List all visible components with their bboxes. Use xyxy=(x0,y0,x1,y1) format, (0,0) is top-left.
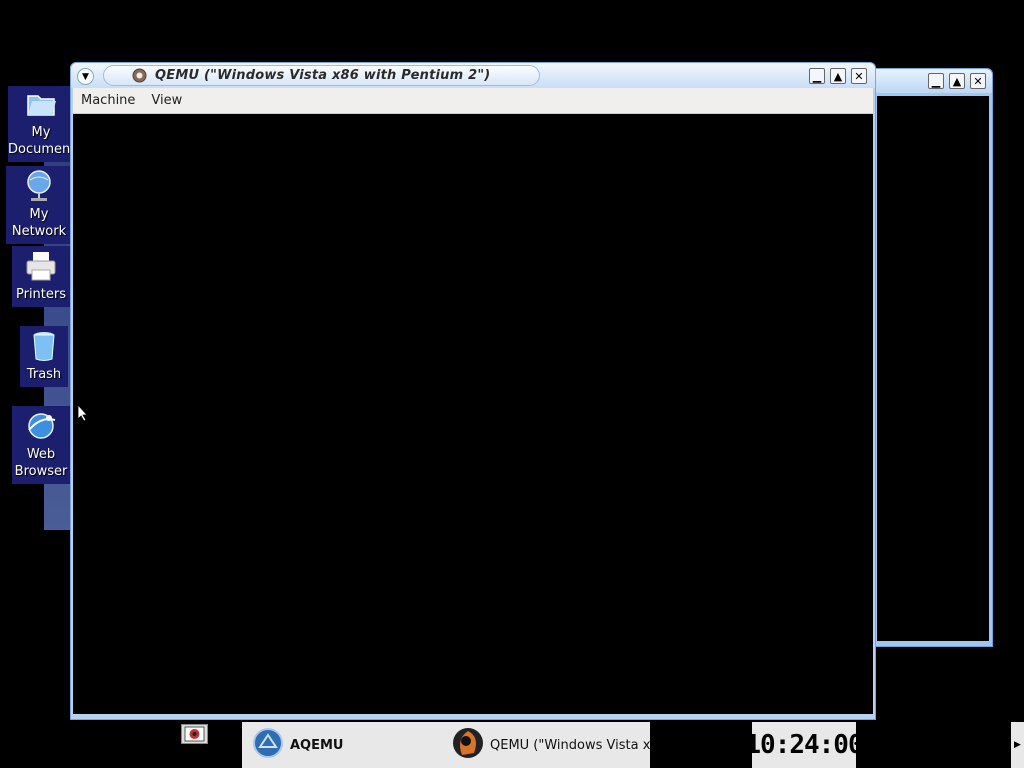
window-title: QEMU ("Windows Vista x86 with Pentium 2"… xyxy=(155,68,491,83)
bg-minimize-button[interactable]: ▁ xyxy=(928,73,944,89)
taskbar-item-aqemu[interactable]: AQEMU xyxy=(252,722,452,768)
network-icon xyxy=(6,168,72,206)
trash-icon xyxy=(20,328,68,366)
background-window[interactable]: ▁ ▲ ✕ xyxy=(872,68,993,647)
desktop-icon-my-network[interactable]: My Network xyxy=(6,166,72,244)
mouse-cursor-icon xyxy=(77,403,89,426)
qemu-titlebar[interactable]: ▼ QEMU ("Windows Vista x86 with Pentium … xyxy=(71,63,875,88)
background-window-titlebar[interactable]: ▁ ▲ ✕ xyxy=(873,69,992,93)
clock[interactable]: 10:24:00 xyxy=(745,722,864,768)
bg-close-button[interactable]: ✕ xyxy=(970,73,986,89)
chevron-down-icon: ▼ xyxy=(82,71,89,82)
taskbar-item-qemu[interactable]: QEMU ("Windows Vista x86 with Pentium 2"… xyxy=(452,722,650,768)
vm-display[interactable] xyxy=(73,114,873,714)
qemu-icon xyxy=(452,727,484,763)
taskbar-item-label: QEMU ("Windows Vista x86 with Pentium 2"… xyxy=(490,737,650,753)
tray-qemu-icon[interactable] xyxy=(181,724,208,744)
folder-icon xyxy=(8,86,74,124)
bg-maximize-button[interactable]: ▲ xyxy=(949,73,965,89)
taskbar: AQEMU QEMU ("Windows Vista x86 with Pent… xyxy=(242,722,650,768)
background-window-content xyxy=(877,96,989,641)
qemu-icon xyxy=(132,68,147,87)
desktop-icon-web-browser[interactable]: Web Browser xyxy=(12,406,70,484)
desktop-icon-trash[interactable]: Trash xyxy=(20,326,68,387)
window-title-pill[interactable]: QEMU ("Windows Vista x86 with Pentium 2"… xyxy=(103,65,540,86)
web-browser-icon xyxy=(12,408,70,446)
maximize-button[interactable]: ▲ xyxy=(830,68,846,84)
panel-arrow-icon[interactable]: ▶ xyxy=(1011,722,1024,768)
menu-view[interactable]: View xyxy=(143,93,190,108)
menu-machine[interactable]: Machine xyxy=(73,93,143,108)
qemu-window: ▼ QEMU ("Windows Vista x86 with Pentium … xyxy=(70,62,876,720)
menubar: Machine View xyxy=(73,88,873,113)
printer-icon xyxy=(12,248,70,286)
desktop-icon-my-documents[interactable]: My Documents xyxy=(8,86,74,162)
taskbar-item-label: AQEMU xyxy=(290,737,344,753)
close-button[interactable]: ✕ xyxy=(851,68,867,84)
minimize-button[interactable]: ▁ xyxy=(809,68,825,84)
aqemu-icon xyxy=(252,727,284,763)
desktop-icon-printers[interactable]: Printers xyxy=(12,246,70,307)
window-menu-button[interactable]: ▼ xyxy=(77,68,94,85)
